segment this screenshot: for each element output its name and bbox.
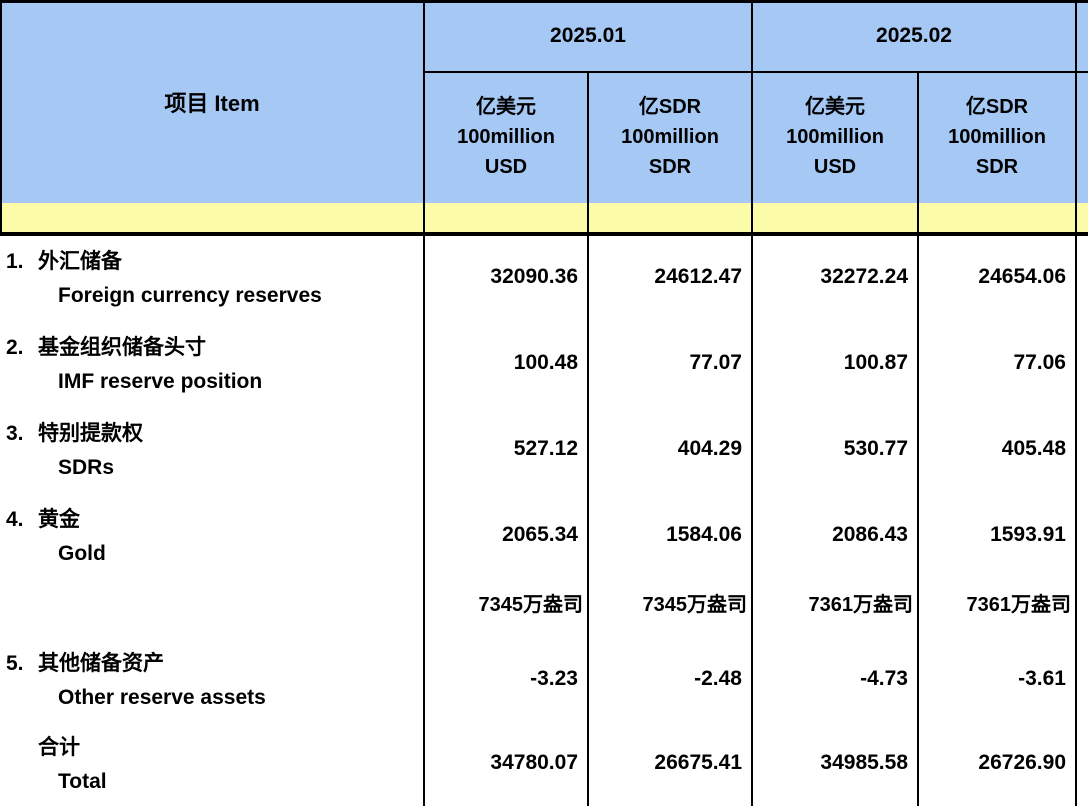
cell-value: -3.23 bbox=[426, 662, 586, 696]
cell-gold-ounces: 7361万盎司 bbox=[920, 588, 1074, 622]
period-label: 2025.01 bbox=[550, 24, 626, 48]
cell-gold-ounces: 7345万盎司 bbox=[590, 588, 750, 622]
cell-gold-ounces: 7345万盎司 bbox=[426, 588, 586, 622]
row-label-en: IMF reserve position bbox=[0, 365, 424, 399]
period-label: 2025.02 bbox=[876, 24, 952, 48]
cell-value: 2065.34 bbox=[426, 518, 586, 552]
official-reserve-assets-table: 项目 Item 2025.01 2025.02 亿美元 100million U… bbox=[0, 0, 1088, 806]
cell-value: 530.77 bbox=[754, 432, 916, 466]
row-label-cn: 其他储备资产 bbox=[38, 652, 164, 675]
cell-value: 527.12 bbox=[426, 432, 586, 466]
cell-value: 2086.43 bbox=[754, 518, 916, 552]
row-label-en: Other reserve assets bbox=[0, 681, 424, 715]
row-label-other-reserve-assets: 5.其他储备资产 Other reserve assets bbox=[0, 647, 424, 715]
row-label-en: Gold bbox=[0, 537, 424, 571]
row-number: 3. bbox=[6, 417, 38, 451]
row-label-cn: 合计 bbox=[38, 736, 80, 759]
row-label-en: SDRs bbox=[0, 451, 424, 485]
row-number: 1. bbox=[6, 245, 38, 279]
row-label-cn: 黄金 bbox=[38, 508, 80, 531]
row-label-foreign-currency-reserves: 1.外汇储备 Foreign currency reserves bbox=[0, 245, 424, 313]
item-header-cell: 项目 Item bbox=[0, 0, 424, 203]
cell-value: 405.48 bbox=[920, 432, 1074, 466]
item-header-label: 项目 Item bbox=[164, 86, 259, 118]
cell-value: 24654.06 bbox=[920, 260, 1074, 294]
cell-value: 24612.47 bbox=[590, 260, 750, 294]
column-border-item bbox=[423, 0, 425, 806]
table-left-border bbox=[0, 0, 2, 236]
column-border-usd1-sdr1 bbox=[587, 71, 589, 806]
row-label-total: 合计 Total bbox=[0, 731, 424, 799]
cell-value: -2.48 bbox=[590, 662, 750, 696]
yellow-separator-band bbox=[0, 203, 1088, 232]
row-label-cn: 外汇储备 bbox=[38, 250, 122, 273]
row-label-cn: 特别提款权 bbox=[38, 422, 143, 445]
row-number: 2. bbox=[6, 331, 38, 365]
period-row-underline bbox=[424, 71, 1088, 73]
unit-header-sdr-2: 亿SDR 100million SDR bbox=[918, 71, 1076, 203]
cell-value: 1593.91 bbox=[920, 518, 1074, 552]
cell-value: 32272.24 bbox=[754, 260, 916, 294]
period-header-2025-01: 2025.01 bbox=[424, 0, 752, 71]
cell-value: 34985.58 bbox=[754, 746, 916, 780]
column-border-period bbox=[751, 0, 753, 806]
cell-value: 100.87 bbox=[754, 346, 916, 380]
cell-value: 404.29 bbox=[590, 432, 750, 466]
unit-header-sdr-1: 亿SDR 100million SDR bbox=[588, 71, 752, 203]
cell-value: 32090.36 bbox=[426, 260, 586, 294]
cell-value: -4.73 bbox=[754, 662, 916, 696]
unit-header-usd-1: 亿美元 100million USD bbox=[424, 71, 588, 203]
cell-value: 100.48 bbox=[426, 346, 586, 380]
unit-header-usd-2: 亿美元 100million USD bbox=[752, 71, 918, 203]
cell-value: 77.06 bbox=[920, 346, 1074, 380]
row-label-imf-reserve-position: 2.基金组织储备头寸 IMF reserve position bbox=[0, 331, 424, 399]
cell-value: -3.61 bbox=[920, 662, 1074, 696]
row-label-cn: 基金组织储备头寸 bbox=[38, 336, 206, 359]
cell-value: 1584.06 bbox=[590, 518, 750, 552]
period-header-2025-02: 2025.02 bbox=[752, 0, 1076, 71]
cell-value: 26675.41 bbox=[590, 746, 750, 780]
cell-value: 34780.07 bbox=[426, 746, 586, 780]
column-border-usd2-sdr2 bbox=[917, 71, 919, 806]
row-label-gold: 4.黄金 Gold bbox=[0, 503, 424, 571]
row-label-en: Total bbox=[0, 765, 424, 799]
table-top-border bbox=[0, 0, 1088, 3]
column-border-right bbox=[1075, 0, 1077, 806]
next-column-sliver bbox=[1076, 0, 1088, 203]
cell-gold-ounces: 7361万盎司 bbox=[754, 588, 916, 622]
header-bottom-border bbox=[0, 232, 1088, 236]
row-label-sdrs: 3.特别提款权 SDRs bbox=[0, 417, 424, 485]
row-label-en: Foreign currency reserves bbox=[0, 279, 424, 313]
row-number: 4. bbox=[6, 503, 38, 537]
cell-value: 77.07 bbox=[590, 346, 750, 380]
row-number: 5. bbox=[6, 647, 38, 681]
cell-value: 26726.90 bbox=[920, 746, 1074, 780]
